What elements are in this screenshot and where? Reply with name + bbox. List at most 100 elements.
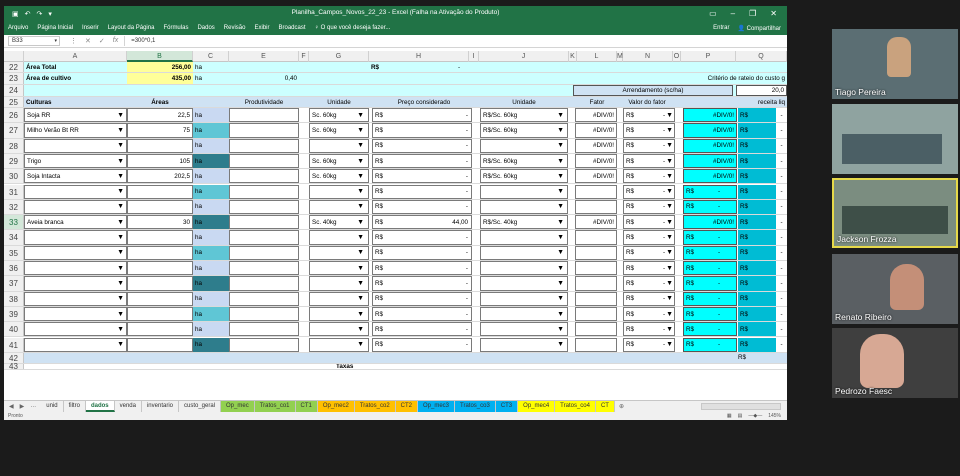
sheet-tab-ct[interactable]: CT — [595, 401, 615, 412]
row-header[interactable]: 28 — [4, 138, 24, 153]
dropdown-arrow-icon[interactable]: ▼ — [356, 169, 366, 183]
function-icon[interactable]: fx — [113, 37, 118, 45]
cell-b[interactable] — [127, 138, 193, 153]
row-header[interactable]: 25 — [4, 97, 24, 107]
cell-c[interactable]: ha — [193, 108, 229, 123]
row-header[interactable]: 30 — [4, 169, 24, 184]
cell-e[interactable] — [229, 261, 299, 276]
dropdown-arrow-icon[interactable]: ▼ — [665, 108, 675, 122]
cell-q[interactable]: - — [776, 276, 787, 290]
formula-input[interactable]: =300*0,1 — [124, 36, 787, 46]
redo-icon[interactable]: ↷ — [37, 10, 43, 18]
cell-h[interactable]: Taxas — [334, 364, 394, 369]
cell-l[interactable] — [575, 337, 617, 352]
column-header-f[interactable]: F — [299, 51, 309, 62]
cell-p-value[interactable]: - — [709, 230, 729, 244]
cell-g[interactable]: Unidade — [309, 97, 369, 107]
dropdown-arrow-icon[interactable]: ▼ — [356, 230, 366, 244]
cell-i[interactable]: - — [444, 62, 474, 72]
cell-p[interactable]: #DIV/0! — [683, 169, 737, 184]
cell-e[interactable]: 0,40 — [229, 73, 299, 84]
cell-c[interactable]: ha — [193, 276, 229, 291]
dropdown-arrow-icon[interactable]: ▼ — [116, 215, 126, 229]
cell-e[interactable] — [229, 322, 299, 337]
participant-tile-active[interactable]: Jackson Frozza — [832, 178, 958, 248]
cell-q[interactable]: - — [776, 169, 787, 183]
cell-i[interactable]: - — [424, 185, 470, 199]
cell-i[interactable]: - — [424, 246, 470, 260]
cell-a[interactable] — [24, 322, 127, 337]
dropdown-arrow-icon[interactable]: ▼ — [116, 169, 126, 183]
cell-c[interactable]: ha — [193, 123, 229, 138]
column-header-q[interactable]: Q — [736, 51, 787, 62]
cell-n[interactable]: Arrendamento (sc/ha) — [573, 85, 733, 96]
cell-j[interactable] — [480, 322, 568, 337]
cell-a[interactable]: Soja Intacta — [24, 169, 127, 184]
dropdown-arrow-icon[interactable]: ▼ — [665, 261, 675, 275]
dropdown-arrow-icon[interactable]: ▼ — [665, 215, 675, 229]
dropdown-arrow-icon[interactable]: ▼ — [356, 185, 366, 199]
tab-formulas[interactable]: Fórmulas — [163, 25, 188, 31]
select-all-corner[interactable] — [4, 51, 24, 62]
cell-a[interactable] — [24, 230, 127, 245]
cell-q[interactable]: R$ — [736, 353, 787, 363]
cell-q[interactable]: R$ — [738, 169, 776, 184]
cell-b[interactable]: 202,5 — [127, 169, 193, 184]
cell-l[interactable] — [575, 184, 617, 199]
cell-q[interactable]: R$ — [738, 322, 776, 337]
cell-q[interactable]: - — [776, 123, 787, 137]
cell-q[interactable]: - — [776, 261, 787, 275]
sheet-tab-filtro[interactable]: filtro — [63, 401, 86, 412]
cell-q[interactable]: R$ — [738, 215, 776, 230]
cell-p-value[interactable]: - — [709, 276, 729, 290]
cell-j[interactable]: R$/Sc. 60kg — [480, 123, 568, 138]
cell-a[interactable]: Aveia branca — [24, 215, 127, 230]
cell-p-value[interactable]: - — [709, 261, 729, 275]
dropdown-arrow-icon[interactable]: ▼ — [556, 215, 566, 229]
participant-tile[interactable]: Pedrozo Faesc — [832, 328, 958, 398]
name-box[interactable]: B33 — [8, 36, 60, 46]
tab-next-icon[interactable]: ▶ — [20, 403, 25, 410]
dropdown-arrow-icon[interactable]: ▼ — [116, 246, 126, 260]
tab-revisao[interactable]: Revisão — [224, 25, 246, 31]
sheet-tab-ct3[interactable]: CT3 — [495, 401, 519, 412]
cell-p[interactable]: #DIV/0! — [683, 108, 737, 123]
cell-a[interactable] — [24, 306, 127, 322]
cell-l[interactable] — [575, 306, 617, 322]
page-layout-icon[interactable]: ▤ — [738, 413, 743, 419]
dropdown-arrow-icon[interactable]: ▼ — [116, 108, 126, 122]
normal-view-icon[interactable]: ▦ — [727, 413, 732, 419]
ribbon-options-icon[interactable]: ▭ — [709, 9, 717, 18]
cell-q[interactable]: - — [776, 230, 787, 244]
cell-i[interactable]: - — [424, 338, 470, 352]
sheet-tab-unid[interactable]: unid — [41, 401, 64, 412]
participant-tile[interactable]: Renato Ribeiro — [832, 254, 958, 324]
cell-j[interactable] — [480, 230, 568, 245]
row-header[interactable]: 29 — [4, 153, 24, 169]
cell-q[interactable]: receita liq — [736, 97, 787, 107]
dropdown-arrow-icon[interactable]: ▼ — [116, 261, 126, 275]
cell-p-value[interactable]: - — [709, 307, 729, 321]
cell-l[interactable] — [575, 322, 617, 337]
row-header[interactable]: 34 — [4, 230, 24, 245]
row-header[interactable]: 23 — [4, 73, 24, 84]
share-button[interactable]: 👤 Compartilhar — [737, 25, 781, 32]
cell-i[interactable]: - — [424, 230, 470, 244]
cell-b[interactable]: Áreas — [127, 97, 193, 107]
sheet-tab-tratos_co3[interactable]: Tratos_co3 — [455, 401, 496, 412]
cell-q[interactable]: R$ — [738, 138, 776, 153]
row-header[interactable]: 24 — [4, 85, 24, 96]
row-header[interactable]: 31 — [4, 184, 24, 199]
cell-b[interactable] — [127, 322, 193, 337]
customize-icon[interactable]: ▾ — [48, 10, 52, 18]
cell-l[interactable] — [575, 261, 617, 276]
cell-p[interactable]: #DIV/0! — [683, 215, 737, 230]
cell-l[interactable] — [575, 291, 617, 306]
cell-p-value[interactable]: - — [709, 322, 729, 336]
cell-b[interactable]: 75 — [127, 123, 193, 138]
row-header[interactable]: 36 — [4, 261, 24, 276]
cell-i[interactable]: - — [424, 139, 470, 153]
cell-b[interactable] — [127, 291, 193, 306]
tab-more-icon[interactable]: … — [30, 403, 36, 410]
cell-c[interactable]: ha — [193, 169, 229, 184]
